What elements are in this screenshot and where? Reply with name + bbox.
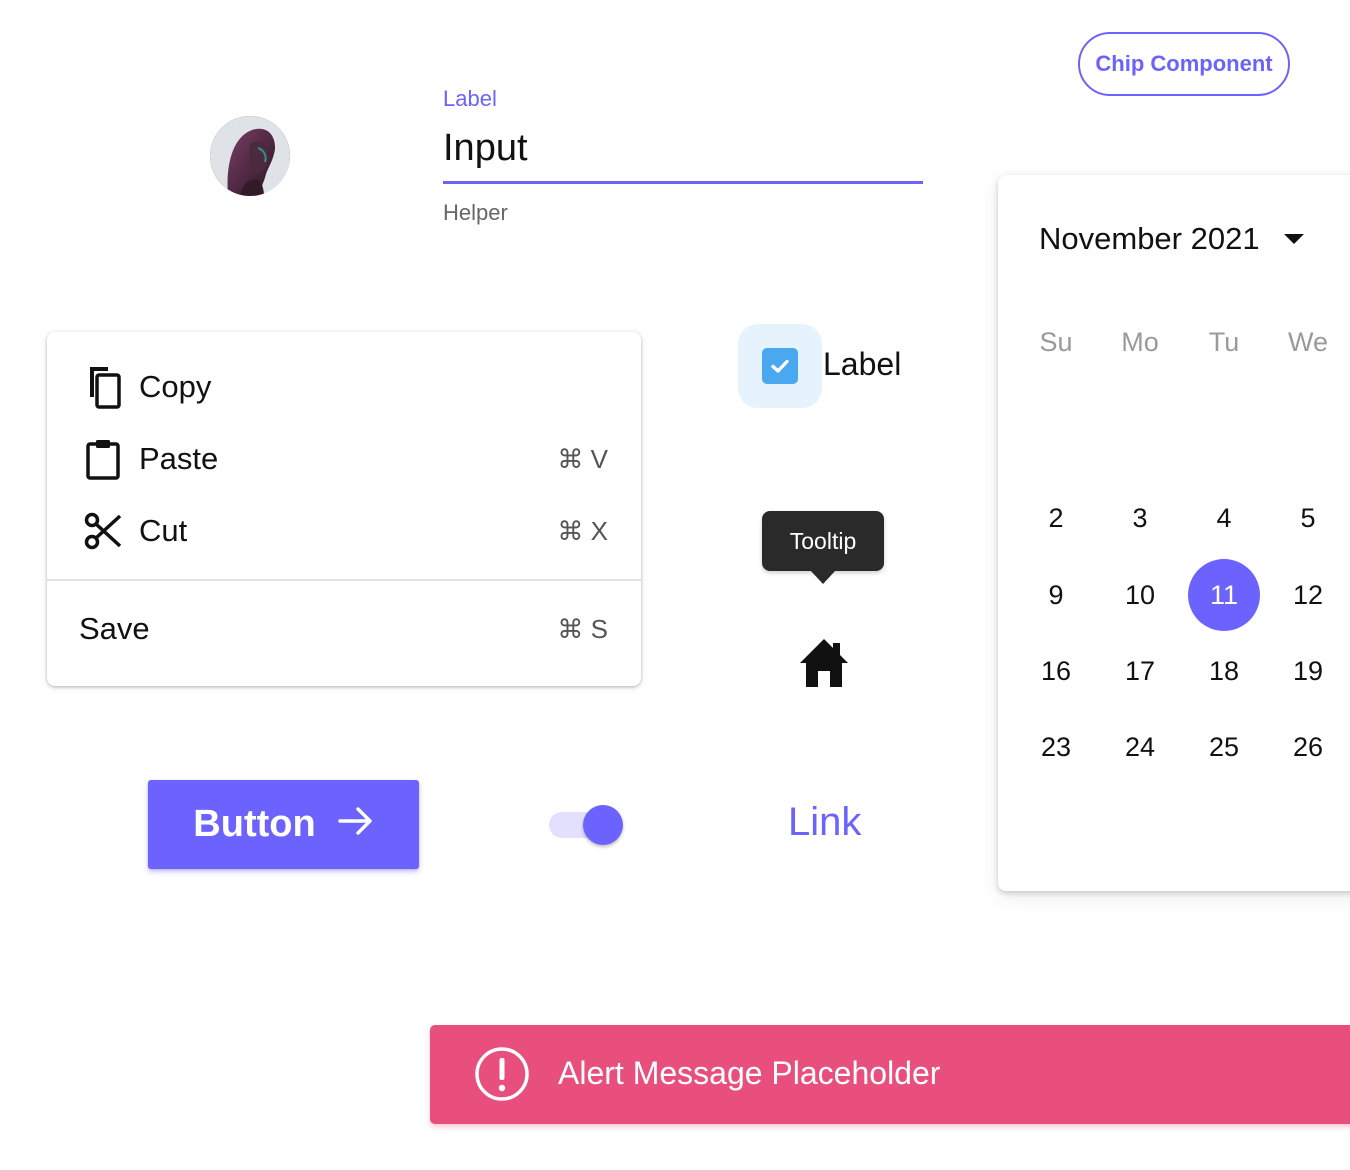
calendar-day[interactable]: 16 [1020, 635, 1092, 707]
calendar-day[interactable]: 18 [1188, 635, 1260, 707]
caret-down-icon[interactable] [1284, 234, 1304, 244]
checkbox-label: Label [823, 346, 902, 382]
menu-item-save[interactable]: Save ⌘ S [47, 599, 641, 659]
menu-item-paste[interactable]: Paste ⌘ V [47, 429, 641, 489]
menu-item-shortcut: ⌘ S [557, 613, 608, 644]
switch-thumb[interactable] [583, 805, 623, 845]
alert-circle-icon [474, 1046, 530, 1102]
arrow-right-icon [337, 803, 374, 846]
alert-message: Alert Message Placeholder [558, 1055, 941, 1091]
calendar-day[interactable]: 25 [1188, 711, 1260, 783]
calendar-day[interactable]: 10 [1104, 559, 1176, 631]
paste-icon [83, 437, 123, 481]
text-field-underline [443, 181, 923, 184]
calendar-day[interactable]: 3 [1104, 482, 1176, 554]
calendar: November 2021 Su Mo Tu We 2 3 4 5 9 10 1… [998, 175, 1350, 891]
menu-item-label: Cut [139, 513, 188, 548]
link[interactable]: Link [788, 800, 861, 845]
text-field-helper: Helper [443, 200, 508, 225]
weekday-label: Mo [1121, 327, 1159, 357]
tooltip-arrow [810, 570, 836, 584]
menu-item-shortcut: ⌘ V [557, 443, 608, 474]
copy-icon [83, 365, 123, 409]
button-label: Button [193, 803, 316, 845]
home-icon[interactable] [798, 637, 850, 689]
checkbox-checked-icon [762, 348, 798, 384]
text-field-label: Label [443, 86, 497, 111]
text-input[interactable] [443, 118, 923, 178]
menu-item-label: Save [79, 611, 150, 646]
context-menu: Copy Paste ⌘ V Cut ⌘ X Save ⌘ S [47, 332, 641, 686]
menu-item-label: Copy [139, 369, 212, 404]
calendar-month-label[interactable]: November 2021 [1039, 221, 1260, 257]
calendar-day[interactable]: 24 [1104, 711, 1176, 783]
menu-item-copy[interactable]: Copy [47, 357, 641, 417]
calendar-day[interactable]: 4 [1188, 482, 1260, 554]
calendar-day[interactable]: 17 [1104, 635, 1176, 707]
person-avatar-icon [210, 116, 290, 196]
menu-divider [47, 579, 641, 581]
weekday-label: We [1287, 327, 1328, 357]
avatar[interactable] [210, 116, 290, 196]
menu-item-cut[interactable]: Cut ⌘ X [47, 501, 641, 561]
chip[interactable]: Chip Component [1078, 32, 1290, 96]
calendar-day[interactable]: 26 [1272, 711, 1344, 783]
calendar-day-selected[interactable]: 11 [1188, 559, 1260, 631]
tooltip: Tooltip [762, 511, 884, 571]
alert-banner: Alert Message Placeholder [430, 1025, 1350, 1124]
checkbox[interactable] [738, 324, 822, 408]
weekday-label: Su [1039, 327, 1073, 357]
calendar-day[interactable]: 9 [1020, 559, 1092, 631]
weekday-label: Tu [1208, 327, 1240, 357]
calendar-day[interactable]: 2 [1020, 482, 1092, 554]
calendar-day[interactable]: 12 [1272, 559, 1344, 631]
calendar-day[interactable]: 5 [1272, 482, 1344, 554]
menu-item-shortcut: ⌘ X [557, 515, 608, 546]
calendar-day[interactable]: 19 [1272, 635, 1344, 707]
primary-button[interactable]: Button [148, 780, 419, 869]
menu-item-label: Paste [139, 441, 219, 476]
cut-icon [83, 509, 123, 553]
calendar-day[interactable]: 23 [1020, 711, 1092, 783]
